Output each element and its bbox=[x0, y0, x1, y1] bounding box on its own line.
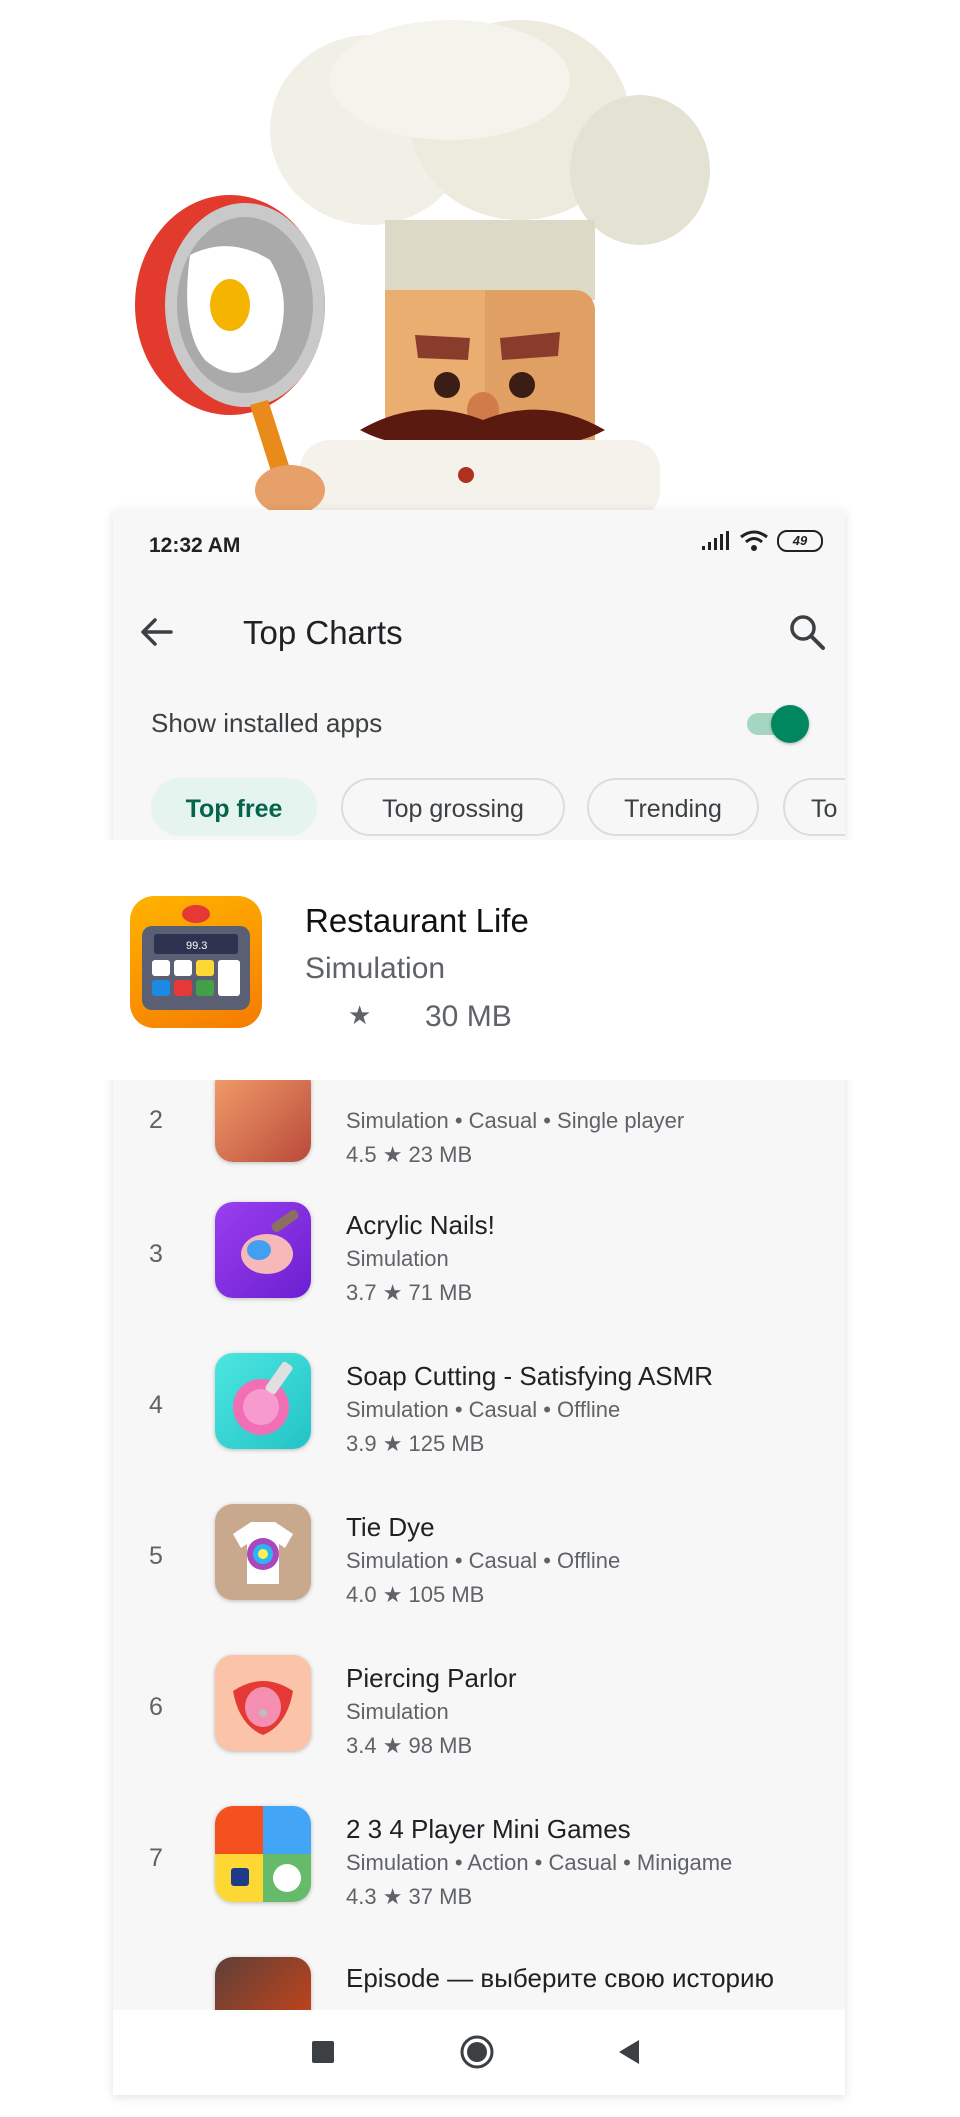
episode-icon bbox=[215, 1957, 311, 2010]
show-installed-label: Show installed apps bbox=[151, 708, 383, 738]
top-charts-list: 2 Simulation • Casual • Single player 4.… bbox=[113, 1080, 845, 2010]
list-item[interactable]: 5 Tie Dye Simulation • Casual • Offline … bbox=[113, 1500, 845, 1651]
rank-number: 4 bbox=[149, 1391, 163, 1419]
list-item[interactable]: 6 Piercing Parlor Simulation 3.4 ★ 98 MB bbox=[113, 1651, 845, 1802]
search-icon[interactable] bbox=[785, 610, 829, 654]
battery-icon: 49 bbox=[777, 530, 823, 552]
restaurant-life-icon: 99.3 bbox=[130, 896, 262, 1028]
signal-icon bbox=[702, 531, 729, 550]
mini-games-icon bbox=[215, 1806, 311, 1902]
tie-dye-icon bbox=[215, 1504, 311, 1600]
rank-number: 6 bbox=[149, 1693, 163, 1721]
chip-top-free[interactable]: Top free bbox=[151, 778, 317, 836]
featured-app-size: 30 MB bbox=[425, 1000, 512, 1033]
chart-filter-chips: Top free Top grossing Trending To bbox=[151, 778, 845, 840]
rank-number: 3 bbox=[149, 1240, 163, 1268]
featured-app[interactable]: 99.3 Restaurant Life Simulation ★ 30 MB bbox=[0, 840, 960, 1080]
app-name: 2 3 4 Player Mini Games bbox=[346, 1814, 631, 1844]
back-triangle-icon[interactable] bbox=[609, 2032, 649, 2072]
recents-square-icon[interactable] bbox=[303, 2032, 343, 2072]
list-item[interactable]: 2 Simulation • Casual • Single player 4.… bbox=[113, 1080, 845, 1167]
list-item[interactable]: 7 2 3 4 Player Mini Games Simulation • A… bbox=[113, 1802, 845, 1953]
app-bar: Top Charts bbox=[113, 574, 845, 694]
app-categories: Simulation • Casual • Offline bbox=[346, 1548, 621, 1573]
register-display: 99.3 bbox=[186, 940, 207, 952]
status-time: 12:32 AM bbox=[149, 534, 241, 557]
rank-number: 5 bbox=[149, 1542, 163, 1570]
star-icon: ★ bbox=[348, 1000, 372, 1030]
app-rating-size: 4.5 ★ 23 MB bbox=[346, 1142, 473, 1167]
rank-number: 2 bbox=[149, 1106, 163, 1134]
app-rating-size: 3.4 ★ 98 MB bbox=[346, 1733, 473, 1758]
app-name: Tie Dye bbox=[346, 1512, 435, 1542]
app-rating-size: 4.3 ★ 37 MB bbox=[346, 1884, 473, 1909]
system-nav-bar bbox=[113, 2010, 845, 2095]
list-item[interactable]: Episode — выберите свою историю bbox=[113, 1953, 845, 2010]
back-arrow-icon[interactable] bbox=[135, 610, 179, 654]
app-name: Episode — выберите свою историю bbox=[346, 1963, 775, 1993]
chip-trending[interactable]: Trending bbox=[587, 778, 759, 836]
app-name: Piercing Parlor bbox=[346, 1663, 517, 1693]
featured-app-name: Restaurant Life bbox=[305, 902, 529, 939]
list-item[interactable]: 4 Soap Cutting - Satisfying ASMR Simulat… bbox=[113, 1349, 845, 1500]
soap-cutting-icon bbox=[215, 1353, 311, 1449]
wifi-icon bbox=[740, 530, 768, 551]
app-categories: Simulation bbox=[346, 1246, 449, 1271]
chef-illustration bbox=[0, 0, 960, 510]
acrylic-nails-icon bbox=[215, 1202, 311, 1298]
status-bar: 12:32 AM 49 bbox=[113, 510, 845, 574]
chip-top-grossing[interactable]: Top grossing bbox=[341, 778, 565, 836]
app-name: Soap Cutting - Satisfying ASMR bbox=[346, 1361, 714, 1391]
page-title: Top Charts bbox=[243, 614, 403, 651]
rank-number: 7 bbox=[149, 1844, 163, 1872]
featured-app-category: Simulation bbox=[305, 952, 446, 985]
app-rating-size: 3.7 ★ 71 MB bbox=[346, 1280, 473, 1305]
app-categories: Simulation • Casual • Offline bbox=[346, 1397, 621, 1422]
chip-more[interactable]: To bbox=[783, 778, 845, 836]
show-installed-toggle[interactable] bbox=[741, 705, 809, 743]
home-circle-icon[interactable] bbox=[457, 2032, 497, 2072]
app-categories: Simulation bbox=[346, 1699, 449, 1724]
list-item[interactable]: 3 Acrylic Nails! Simulation 3.7 ★ 71 MB bbox=[113, 1198, 845, 1349]
app-name: Acrylic Nails! bbox=[346, 1210, 495, 1240]
app-rating-size: 3.9 ★ 125 MB bbox=[346, 1431, 485, 1456]
piercing-parlor-icon bbox=[215, 1655, 311, 1751]
app-categories: Simulation • Action • Casual • Minigame bbox=[346, 1850, 733, 1875]
app-icon-romance bbox=[215, 1080, 311, 1162]
app-rating-size: 4.0 ★ 105 MB bbox=[346, 1582, 485, 1607]
app-categories: Simulation • Casual • Single player bbox=[346, 1108, 685, 1133]
